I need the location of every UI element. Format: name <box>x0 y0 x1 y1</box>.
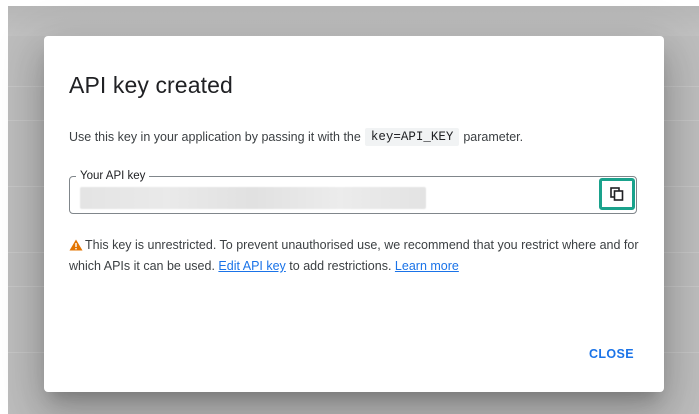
dialog-description: Use this key in your application by pass… <box>69 128 523 146</box>
warning-middle-text: to add restrictions. <box>289 259 392 273</box>
dialog-title: API key created <box>69 72 233 98</box>
close-button[interactable]: CLOSE <box>589 347 634 361</box>
copy-button[interactable] <box>599 178 635 210</box>
edit-api-key-link[interactable]: Edit API key <box>218 259 285 273</box>
backdrop-header <box>8 6 699 36</box>
api-key-value-redacted[interactable] <box>80 187 426 209</box>
learn-more-link[interactable]: Learn more <box>395 259 459 273</box>
api-key-field[interactable]: Your API key <box>69 169 637 214</box>
api-key-dialog: API key created Use this key in your app… <box>44 36 664 392</box>
description-suffix: parameter. <box>463 130 524 144</box>
copy-icon <box>610 187 624 201</box>
warning-message: This key is unrestricted. To prevent una… <box>69 235 644 277</box>
description-code: key=API_KEY <box>364 128 460 146</box>
description-prefix: Use this key in your application by pass… <box>69 130 361 144</box>
api-key-field-label: Your API key <box>76 169 150 183</box>
warning-icon <box>69 239 83 251</box>
